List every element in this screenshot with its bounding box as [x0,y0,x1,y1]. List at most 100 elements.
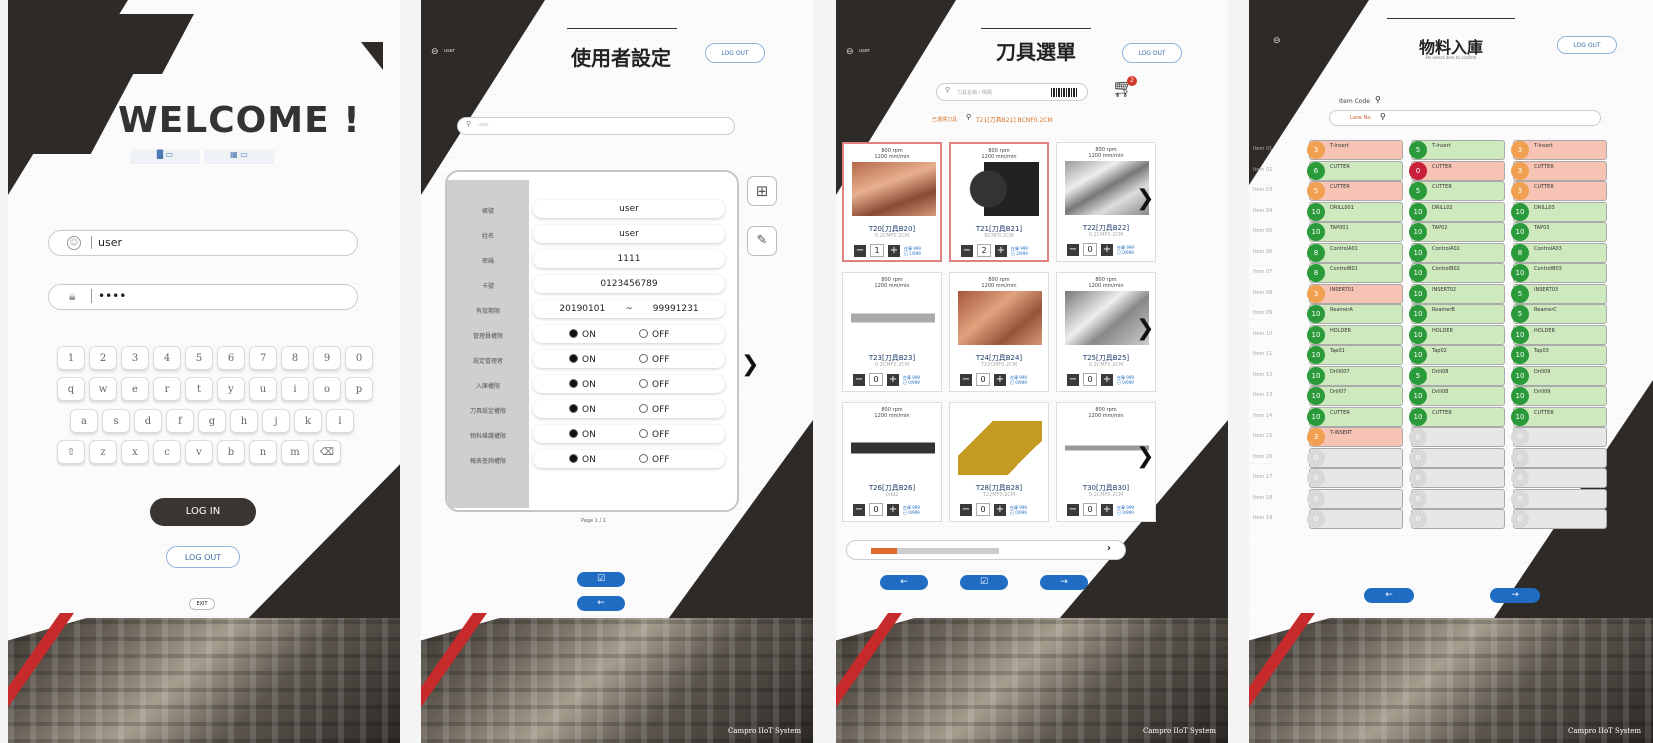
keyboard-key[interactable]: 2 [89,346,117,370]
settings-row-value[interactable]: 20190101 ~99991231 [533,300,725,318]
lane-cell[interactable]: 6 CUTTER [1307,160,1403,181]
keyboard-key[interactable]: b [217,440,245,464]
keyboard-key[interactable]: v [185,440,213,464]
plus-button[interactable]: + [1101,373,1113,386]
logout-button[interactable]: LOG OUT [1557,36,1617,54]
lang-toggle-left[interactable]: █ ▭ [130,150,200,164]
keyboard-key[interactable]: d [134,409,162,433]
lane-cell[interactable]: 10 Drill09 [1511,365,1607,386]
plus-button[interactable]: + [887,373,899,386]
keyboard-key[interactable]: 9 [313,346,341,370]
tool-card[interactable]: 800 rpm 1200 mm/min T26[刀具B26] 0dd2−0 + 在庫 9… [842,402,942,522]
lane-cell[interactable]: 10 ReamerB [1409,304,1505,324]
settings-row-value[interactable]: 1111 [533,250,725,268]
radio-on[interactable]: ON [569,404,596,415]
keyboard-key[interactable]: t [185,377,213,401]
qr-grid-icon[interactable]: ⊞ [747,176,777,206]
keyboard-key[interactable]: g [198,409,226,433]
radio-on[interactable]: ON [569,454,596,465]
qty-value[interactable]: 0 [1083,373,1097,386]
scroll-next-icon[interactable]: › [1107,543,1111,554]
keyboard-key[interactable]: p [345,377,373,401]
lane-cell[interactable]: 0 [1511,509,1607,529]
keyboard-key[interactable]: o [313,377,341,401]
lane-cell[interactable]: 5 INSERT03 [1511,283,1607,304]
lane-cell[interactable]: 5 CUTTER [1307,181,1403,201]
lane-cell[interactable]: 10 HOLDER [1307,324,1403,345]
radio-on[interactable]: ON [569,379,596,390]
lane-cell[interactable]: 10 ControlB02 [1409,263,1505,283]
qty-value[interactable]: 0 [869,373,883,386]
keyboard-key[interactable]: z [89,440,117,464]
lane-cell[interactable]: 8 ControlA01 [1307,242,1403,263]
save-button[interactable]: ☑ [577,572,625,587]
plus-button[interactable]: + [887,503,899,516]
qty-value[interactable]: 2 [977,244,991,257]
forward-button[interactable]: → [1040,575,1088,590]
tool-card[interactable]: T28[刀具B28] T22MF0.2CM −0 + 在庫 999 已 0/999 [949,402,1049,522]
keyboard-key[interactable]: 8 [281,346,309,370]
next-arrow-icon[interactable]: ❯ [1136,316,1154,341]
lane-cell[interactable]: 0 [1307,468,1403,488]
lane-cell[interactable]: 5 CUTTER [1409,181,1505,201]
lane-cell[interactable]: 10 ControlB03 [1511,263,1607,283]
lane-cell[interactable]: 10 DRILL02 [1409,201,1505,222]
lane-cell[interactable]: 10 Drill007 [1307,365,1403,386]
keyboard-key[interactable]: r [153,377,181,401]
next-arrow-icon[interactable]: ❯ [1136,186,1154,211]
lane-cell[interactable]: 3 T-INSERT [1307,427,1403,447]
radio-off[interactable]: OFF [639,354,669,365]
lane-cell[interactable]: 0 [1511,468,1607,488]
login-button[interactable]: LOG IN [150,498,256,526]
lane-cell[interactable]: 3 CUTTER [1511,181,1607,201]
lane-cell[interactable]: 10 HOLDER [1511,324,1607,345]
lane-cell[interactable]: 10 Drill07 [1307,386,1403,406]
lane-cell[interactable]: 10 CUTTER [1307,406,1403,427]
lane-cell[interactable]: 10 DRILL001 [1307,201,1403,222]
lane-cell[interactable]: 0 [1511,427,1607,447]
qty-value[interactable]: 1 [870,244,884,257]
lane-cell[interactable]: 8 ControlB01 [1307,263,1403,283]
lane-cell[interactable]: 0 [1307,447,1403,468]
minus-button[interactable]: − [961,244,973,257]
keyboard-key[interactable]: e [121,377,149,401]
minus-button[interactable]: − [960,373,972,386]
back-button[interactable]: ← [577,596,625,611]
keyboard-key[interactable]: x [121,440,149,464]
lane-cell[interactable]: 0 [1307,509,1403,529]
keyboard-key[interactable]: n [249,440,277,464]
lane-cell[interactable]: 0 [1307,488,1403,509]
edit-pencil-icon[interactable]: ✎ [747,226,777,256]
keyboard-key[interactable]: j [262,409,290,433]
plus-button[interactable]: + [994,503,1006,516]
keyboard-key[interactable]: i [281,377,309,401]
minus-button[interactable]: − [1067,373,1079,386]
keyboard-key[interactable]: 6 [217,346,245,370]
lane-cell[interactable]: 3 CUTTER [1511,160,1607,181]
radio-off[interactable]: OFF [639,404,669,415]
plus-button[interactable]: + [995,244,1007,257]
search-field[interactable]: ⚲ user [457,117,735,135]
lane-cell[interactable]: 3 T-Insert [1307,140,1403,160]
lane-cell[interactable]: 5 T-Insert [1409,140,1505,160]
minus-button[interactable]: − [1067,243,1079,256]
keyboard-key[interactable]: h [230,409,258,433]
settings-row-value[interactable]: 0123456789 [533,275,725,293]
minus-button[interactable]: − [960,503,972,516]
keyboard-key[interactable]: a [70,409,98,433]
keyboard-key[interactable]: ⌫ [313,440,341,464]
radio-on[interactable]: ON [569,429,596,440]
page-scroller[interactable]: › [846,540,1126,560]
lane-cell[interactable]: 10 HOLDER [1409,324,1505,345]
prev-button[interactable]: ← [1364,588,1414,603]
keyboard-key[interactable]: k [294,409,322,433]
keyboard-key[interactable]: c [153,440,181,464]
lane-cell[interactable]: 0 [1409,427,1505,447]
radio-on[interactable]: ON [569,354,596,365]
lane-cell[interactable]: 3 INSERT01 [1307,283,1403,304]
logout-button[interactable]: LOG OUT [705,43,765,63]
barcode-icon[interactable] [1051,88,1077,97]
plus-button[interactable]: + [888,244,900,257]
plus-button[interactable]: + [1101,243,1113,256]
qty-value[interactable]: 0 [976,503,990,516]
